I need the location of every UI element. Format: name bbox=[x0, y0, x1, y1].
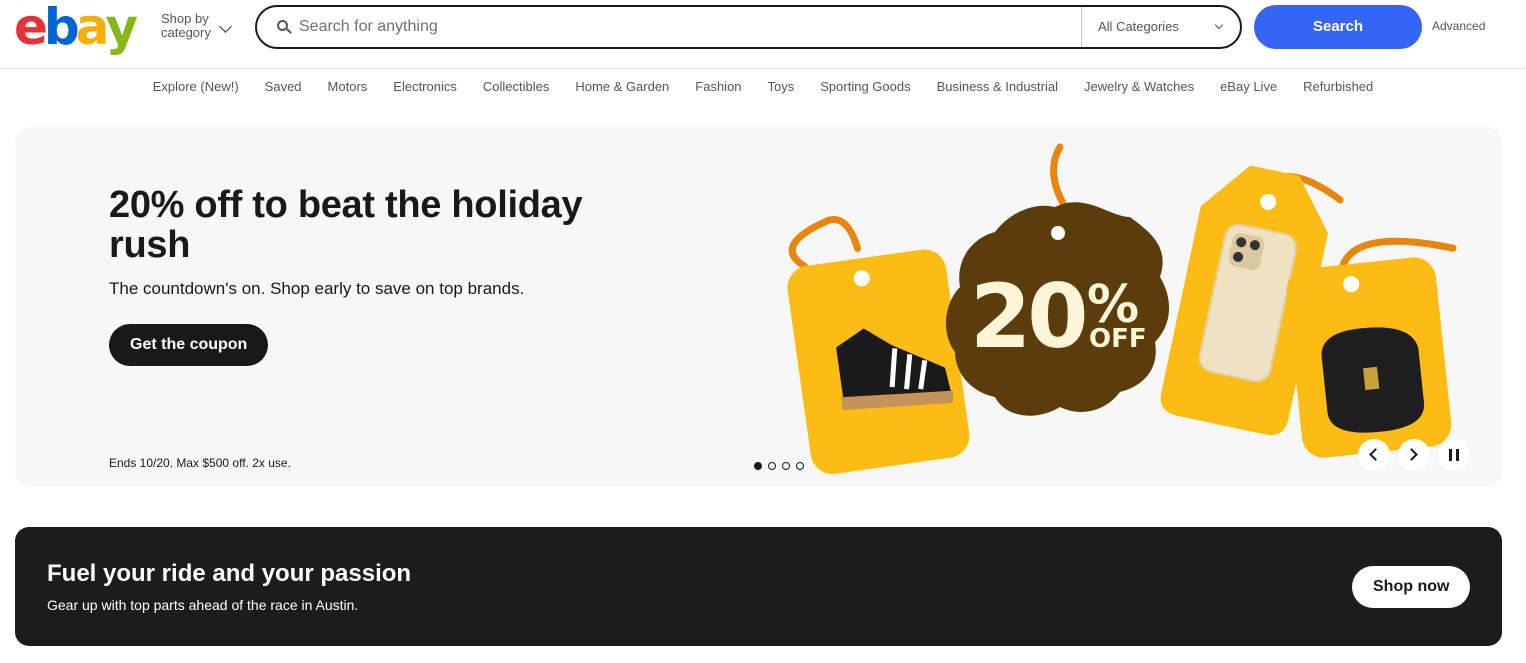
search-bar: All Categories bbox=[255, 5, 1242, 49]
logo-letter: b bbox=[43, 0, 80, 56]
nav-item-explore[interactable]: Explore (New!) bbox=[153, 76, 239, 98]
carousel-dot[interactable] bbox=[782, 462, 790, 470]
promo-banner: Fuel your ride and your passion Gear up … bbox=[15, 527, 1502, 646]
search-input[interactable] bbox=[299, 15, 1079, 39]
category-select[interactable]: All Categories bbox=[1081, 7, 1240, 47]
sneaker-tag bbox=[787, 216, 970, 475]
hero-title: 20% off to beat the holiday rush bbox=[109, 184, 583, 266]
carousel-dot[interactable] bbox=[796, 462, 804, 470]
search-icon bbox=[277, 20, 292, 34]
logo-letter: e bbox=[14, 0, 48, 56]
nav-item-collectibles[interactable]: Collectibles bbox=[483, 76, 549, 98]
nav-item-business-industrial[interactable]: Business & Industrial bbox=[937, 76, 1058, 98]
hero-banner: 20% off to beat the holiday rush The cou… bbox=[15, 127, 1502, 487]
nav-item-fashion[interactable]: Fashion bbox=[695, 76, 741, 98]
carousel-next-button[interactable] bbox=[1398, 439, 1430, 471]
nav-item-electronics[interactable]: Electronics bbox=[393, 76, 457, 98]
chevron-right-icon bbox=[1405, 448, 1418, 461]
hero-fine-print: Ends 10/20. Max $500 off. 2x use. bbox=[109, 456, 291, 470]
carousel-dot[interactable] bbox=[768, 462, 776, 470]
chevron-left-icon bbox=[1369, 448, 1382, 461]
carousel-pause-button[interactable] bbox=[1438, 439, 1470, 471]
pause-icon bbox=[1449, 449, 1452, 461]
header: ebay Shop by category All Categories Sea… bbox=[0, 0, 1526, 69]
carousel-dot[interactable] bbox=[754, 462, 762, 470]
handbag-icon bbox=[1321, 327, 1424, 433]
nav-item-refurbished[interactable]: Refurbished bbox=[1303, 76, 1373, 98]
badge-off: OFF bbox=[1089, 324, 1147, 354]
logo-letter: a bbox=[75, 0, 110, 56]
shop-now-button[interactable]: Shop now bbox=[1352, 566, 1471, 608]
hero-subtitle: The countdown's on. Shop early to save o… bbox=[109, 279, 525, 298]
promo-title: Fuel your ride and your passion bbox=[47, 560, 412, 587]
nav-item-sporting-goods[interactable]: Sporting Goods bbox=[820, 76, 910, 98]
nav-item-motors[interactable]: Motors bbox=[328, 76, 368, 98]
carousel-prev-button[interactable] bbox=[1358, 439, 1390, 471]
nav-item-jewelry-watches[interactable]: Jewelry & Watches bbox=[1084, 76, 1194, 98]
badge-number: 20 bbox=[970, 265, 1085, 368]
nav-item-toys[interactable]: Toys bbox=[768, 76, 795, 98]
get-coupon-button[interactable]: Get the coupon bbox=[109, 324, 269, 366]
chevron-down-icon bbox=[1214, 20, 1224, 30]
shop-by-category-button[interactable]: Shop by category bbox=[161, 12, 241, 40]
nav-item-home-garden[interactable]: Home & Garden bbox=[575, 76, 669, 98]
category-nav: Explore (New!) Saved Motors Electronics … bbox=[0, 76, 1526, 98]
carousel-indicators bbox=[754, 462, 804, 470]
logo-letter: y bbox=[105, 0, 138, 56]
nav-item-ebay-live[interactable]: eBay Live bbox=[1220, 76, 1277, 98]
promo-subtitle: Gear up with top parts ahead of the race… bbox=[47, 597, 359, 613]
handbag-tag bbox=[1286, 237, 1457, 458]
category-select-value: All Categories bbox=[1098, 19, 1179, 34]
ebay-logo[interactable]: ebay bbox=[14, 0, 138, 56]
search-button[interactable]: Search bbox=[1254, 5, 1422, 49]
advanced-search-link[interactable]: Advanced bbox=[1432, 19, 1485, 33]
hero-illustration: 20 % OFF bbox=[787, 143, 1457, 475]
discount-badge: 20 % OFF bbox=[945, 143, 1170, 416]
nav-item-saved[interactable]: Saved bbox=[265, 76, 302, 98]
